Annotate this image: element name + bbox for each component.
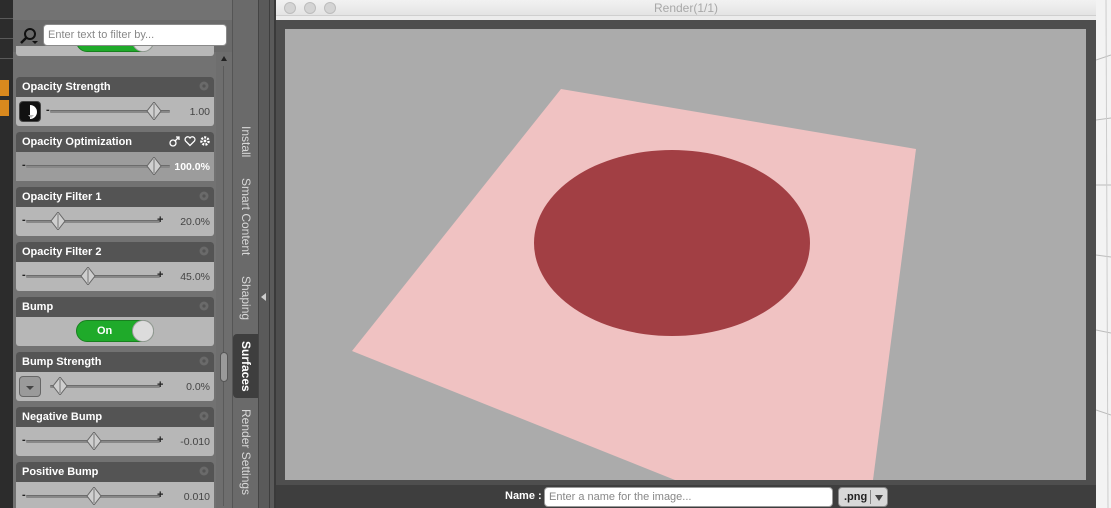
format-select[interactable]: .png (838, 487, 888, 507)
tab-smart-content[interactable]: Smart Content (233, 172, 259, 262)
property-value: 45.0% (180, 271, 210, 283)
slider-knob[interactable] (80, 267, 96, 285)
grid-line (0, 18, 13, 19)
select-separator (870, 490, 871, 504)
scroll-up-icon[interactable] (221, 56, 227, 61)
scroll-track (223, 66, 224, 506)
tab-label: Surfaces (239, 340, 253, 392)
pane-splitter[interactable] (258, 0, 274, 508)
tab-label: Smart Content (239, 178, 253, 256)
orange-marker (0, 80, 9, 96)
link-icon[interactable] (169, 135, 181, 147)
property-title: Negative Bump (22, 411, 103, 423)
plus-icon[interactable]: + (157, 489, 163, 501)
toggle-knob[interactable] (132, 46, 154, 52)
property-opacity-filter-2: Opacity Filter 2 - + 45.0% (16, 242, 214, 291)
property-negative-bump: Negative Bump - + -0.010 (16, 407, 214, 456)
orange-marker (0, 100, 9, 116)
splitter-rail (269, 0, 270, 508)
property-title: Bump Strength (22, 356, 102, 368)
property-title: Opacity Strength (22, 81, 111, 93)
tab-label: Render Settings (239, 408, 253, 496)
slider-knob[interactable] (146, 157, 162, 175)
gear-icon[interactable] (198, 410, 210, 422)
tab-label: Install (239, 126, 253, 158)
property-opacity-filter-1: Opacity Filter 1 - + 20.0% (16, 187, 214, 236)
chevron-down-icon[interactable] (875, 495, 883, 501)
property-value: 0.0% (186, 381, 210, 393)
render-canvas (285, 29, 1086, 480)
property-bump-strength: Bump Strength + 0.0% (16, 352, 214, 401)
grid-line (0, 38, 13, 39)
tab-label: Shaping (239, 275, 253, 321)
slider-knob[interactable] (86, 432, 102, 450)
property-title: Opacity Optimization (22, 136, 133, 148)
property-title: Positive Bump (22, 466, 99, 478)
gear-icon[interactable] (198, 465, 210, 477)
toggle-knob[interactable] (132, 320, 154, 342)
parameters-pane: On Opacity Strength - 1.00 (13, 0, 232, 508)
property-opacity-optimization: Opacity Optimization - 100.0% (16, 132, 214, 181)
gear-icon[interactable] (198, 245, 210, 257)
viewport-edge (1095, 0, 1111, 508)
plus-icon[interactable]: + (157, 434, 163, 446)
toggle-label: On (97, 46, 112, 47)
property-value: -0.010 (180, 436, 210, 448)
render-footer: Name : .png (276, 485, 1096, 508)
window-titlebar[interactable]: Render(1/1) (276, 0, 1096, 16)
properties-list: On Opacity Strength - 1.00 (13, 46, 232, 508)
top-toggle-row: On (16, 46, 214, 56)
render-frame (276, 20, 1096, 485)
image-map-button[interactable] (19, 376, 41, 397)
window-title: Render(1/1) (653, 1, 719, 15)
slider-knob[interactable] (146, 102, 162, 120)
slider-knob[interactable] (50, 212, 66, 230)
tab-shaping[interactable]: Shaping (233, 268, 259, 328)
render-window: Render(1/1) Name : .png (276, 0, 1096, 508)
property-value: 0.010 (183, 491, 210, 503)
property-title: Bump (22, 301, 54, 313)
property-value: 20.0% (180, 216, 210, 228)
toggle-label: On (97, 325, 113, 337)
slider-knob[interactable] (52, 377, 68, 395)
rendered-scene (352, 89, 916, 480)
heart-icon[interactable] (184, 135, 196, 147)
red-disc (534, 150, 810, 336)
gear-icon[interactable] (198, 190, 210, 202)
scroll-thumb[interactable] (220, 352, 228, 382)
plus-icon[interactable]: + (157, 269, 163, 281)
vertical-tabs: Install Smart Content Shaping Surfaces R… (232, 0, 259, 508)
name-label: Name : (505, 490, 542, 502)
property-title: Opacity Filter 2 (22, 246, 102, 258)
gear-icon[interactable] (198, 300, 210, 312)
gear-icon[interactable] (198, 80, 210, 92)
tab-render-settings[interactable]: Render Settings (233, 404, 259, 500)
property-bump: Bump On (16, 297, 214, 346)
image-map-button[interactable] (19, 101, 41, 122)
slider-knob[interactable] (86, 487, 102, 505)
bump-toggle[interactable]: On (76, 320, 154, 342)
property-value: 100.0% (174, 161, 210, 173)
search-icon[interactable] (19, 26, 39, 46)
property-opacity-strength: Opacity Strength - 1.00 (16, 77, 214, 126)
property-title: Opacity Filter 1 (22, 191, 102, 203)
pane-scrollbar[interactable] (216, 52, 232, 508)
filter-input[interactable] (43, 24, 227, 46)
slider-track[interactable] (26, 220, 160, 223)
gear-icon[interactable] (199, 135, 211, 147)
tab-surfaces[interactable]: Surfaces (233, 334, 259, 398)
collapse-left-icon[interactable] (261, 293, 266, 301)
left-edge-strip (0, 0, 13, 508)
format-value: .png (844, 491, 868, 503)
gear-icon[interactable] (198, 355, 210, 367)
plus-icon[interactable]: + (157, 214, 163, 226)
tab-install[interactable]: Install (233, 118, 259, 166)
property-positive-bump: Positive Bump - + 0.010 (16, 462, 214, 508)
property-value: 1.00 (189, 106, 210, 118)
plus-icon[interactable]: + (157, 379, 163, 391)
toggle-switch[interactable]: On (76, 46, 154, 52)
image-name-input[interactable] (544, 487, 833, 507)
grid-line (0, 58, 13, 59)
